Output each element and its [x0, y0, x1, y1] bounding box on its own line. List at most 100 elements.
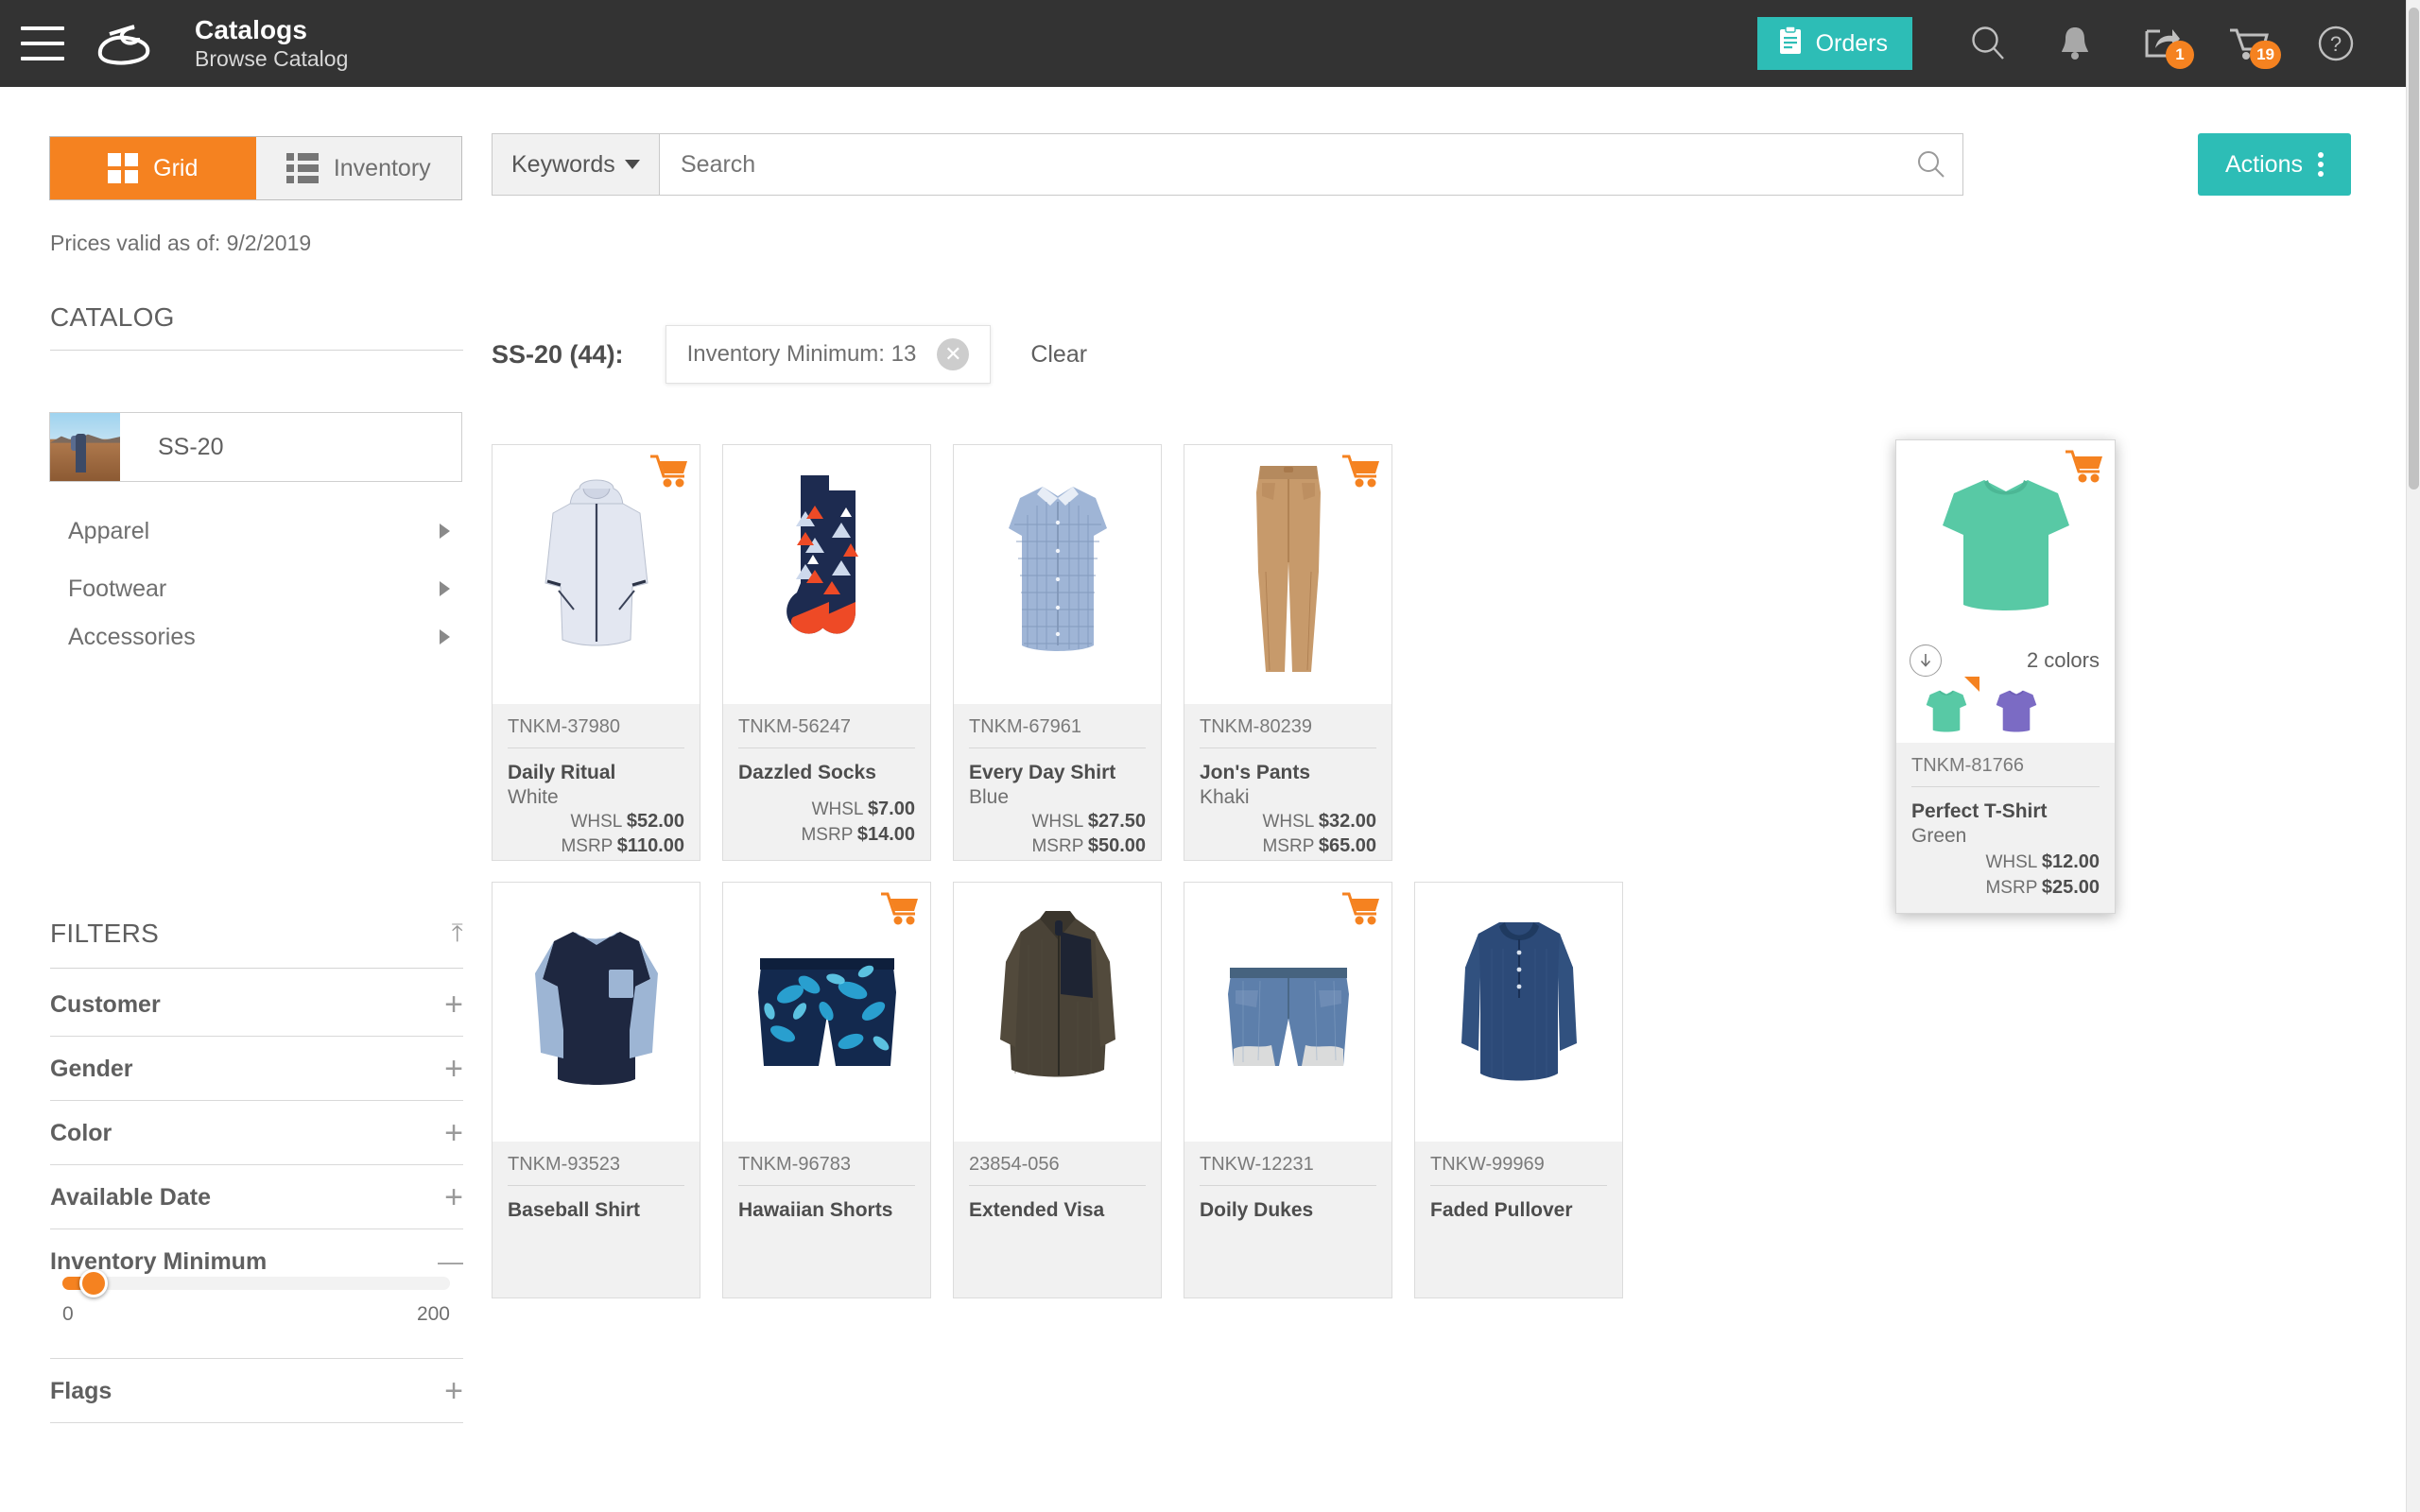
- product-info: TNKM-81766 Perfect T-Shirt Green WHSL $1…: [1896, 743, 2115, 913]
- product-name: Faded Pullover: [1430, 1199, 1573, 1221]
- clear-filters-link[interactable]: Clear: [1030, 341, 1087, 369]
- sidebar-tree-apparel[interactable]: Apparel: [68, 507, 463, 556]
- search-submit-icon[interactable]: [1900, 148, 1962, 180]
- product-card[interactable]: TNKW-12231 Doily Dukes: [1184, 882, 1392, 1298]
- tree-label: Accessories: [68, 623, 196, 650]
- product-info: TNKW-12231 Doily Dukes: [1184, 1142, 1392, 1297]
- notifications-icon[interactable]: [2039, 14, 2111, 73]
- page-title: Catalogs Browse Catalog: [195, 15, 348, 71]
- add-to-cart-icon[interactable]: [648, 453, 690, 493]
- scrollbar-thumb[interactable]: [2409, 8, 2419, 490]
- product-card[interactable]: TNKM-37980 Daily Ritual White WHSL $52.0…: [492, 444, 700, 861]
- filter-label: Color: [50, 1119, 112, 1146]
- sidebar-tree-accessories[interactable]: Accessories: [68, 612, 463, 662]
- msrp-label: MSRP: [1262, 836, 1315, 857]
- msrp-value: $14.00: [856, 823, 915, 845]
- selected-corner-marker: [1964, 677, 1979, 692]
- search-scope-dropdown[interactable]: Keywords: [493, 134, 660, 195]
- prices-valid-text: Prices valid as of: 9/2/2019: [50, 231, 312, 255]
- slider-handle[interactable]: [79, 1269, 108, 1297]
- add-to-cart-icon[interactable]: [2064, 448, 2105, 489]
- sidebar: Grid Inventory Prices valid as of: 9/2/2…: [0, 87, 492, 1512]
- expand-icon: +: [444, 1179, 463, 1215]
- header-actions: Orders 1 19 ?: [1756, 0, 2406, 87]
- product-card[interactable]: 23854-056 Extended Visa: [953, 882, 1162, 1298]
- product-image: [723, 883, 930, 1142]
- product-name: Hawaiian Shorts: [738, 1199, 893, 1221]
- download-icon[interactable]: [1910, 644, 1942, 677]
- filter-available-date[interactable]: Available Date +: [50, 1166, 463, 1228]
- filter-chip-inventory-minimum[interactable]: Inventory Minimum: 13 ✕: [665, 325, 992, 384]
- filter-gender[interactable]: Gender +: [50, 1038, 463, 1100]
- color-swatch-purple[interactable]: [1991, 686, 2042, 735]
- product-info: TNKM-56247 Dazzled Socks WHSL $7.00 MSRP…: [723, 704, 930, 860]
- product-sku: TNKW-12231: [1200, 1154, 1376, 1186]
- product-card[interactable]: TNKM-80239 Jon's Pants Khaki WHSL $32.00…: [1184, 444, 1392, 861]
- product-info: TNKM-93523 Baseball Shirt: [493, 1142, 700, 1297]
- product-card[interactable]: TNKM-56247 Dazzled Socks WHSL $7.00 MSRP…: [722, 444, 931, 861]
- product-card[interactable]: TNKM-93523 Baseball Shirt: [492, 882, 700, 1298]
- product-card[interactable]: TNKM-96783 Hawaiian Shorts: [722, 882, 931, 1298]
- filter-color[interactable]: Color +: [50, 1102, 463, 1164]
- product-name: Jon's Pants: [1200, 762, 1311, 783]
- brand-logo-icon[interactable]: [91, 19, 164, 68]
- product-name: Doily Dukes: [1200, 1199, 1314, 1221]
- hamburger-icon[interactable]: [21, 26, 64, 60]
- share-icon[interactable]: 1: [2126, 14, 2198, 73]
- color-swatch-green[interactable]: [1921, 677, 1979, 735]
- slider-track[interactable]: [62, 1269, 450, 1297]
- filter-customer[interactable]: Customer +: [50, 973, 463, 1036]
- chevron-right-icon: [440, 581, 450, 596]
- actions-button[interactable]: Actions: [2198, 133, 2351, 196]
- garment-jacket: [544, 479, 648, 646]
- filter-divider: [50, 1228, 463, 1229]
- filter-label: Inventory Minimum: [50, 1247, 268, 1275]
- garment-shirt: [1008, 487, 1107, 651]
- view-toggle-inventory[interactable]: Inventory: [255, 137, 461, 199]
- color-swatches: [1921, 677, 2042, 735]
- cart-badge: 19: [2250, 41, 2281, 69]
- close-icon[interactable]: ✕: [937, 338, 970, 370]
- expand-icon: +: [444, 987, 463, 1022]
- add-to-cart-icon[interactable]: [1340, 890, 1382, 931]
- clipboard-icon: [1778, 25, 1803, 62]
- sidebar-tree-footwear[interactable]: Footwear: [68, 564, 463, 613]
- expand-icon: +: [444, 1115, 463, 1151]
- catalog-item-ss20[interactable]: SS-20: [49, 412, 462, 482]
- search-input[interactable]: [660, 150, 1900, 179]
- product-card[interactable]: TNKW-99969 Faded Pullover: [1414, 882, 1623, 1298]
- add-to-cart-icon[interactable]: [1340, 453, 1382, 493]
- garment-pants: [1255, 466, 1321, 672]
- product-sku: TNKM-93523: [508, 1154, 684, 1186]
- filter-chip-label: Inventory Minimum: 13: [686, 341, 917, 367]
- msrp-label: MSRP: [1031, 836, 1084, 857]
- view-toggle-grid[interactable]: Grid: [50, 137, 256, 199]
- collapse-all-icon[interactable]: ⤒: [452, 919, 463, 949]
- product-sku: TNKW-99969: [1430, 1154, 1607, 1186]
- product-sku: 23854-056: [969, 1154, 1146, 1186]
- cart-icon[interactable]: 19: [2213, 14, 2285, 73]
- product-color: Green: [1911, 825, 1967, 847]
- product-card-hovered[interactable]: 2 colors TNKM-81766 Perfect T-Shirt Gree…: [1895, 439, 2116, 914]
- page-scrollbar[interactable]: [2406, 0, 2420, 1512]
- filter-label: Gender: [50, 1055, 133, 1082]
- result-count: SS-20 (44):: [492, 339, 624, 369]
- product-image: [493, 445, 700, 704]
- garment-denim-shorts: [1227, 968, 1349, 1066]
- filter-label: Available Date: [50, 1183, 211, 1211]
- product-sku: TNKM-80239: [1200, 716, 1376, 748]
- chevron-right-icon: [440, 524, 450, 539]
- msrp-label: MSRP: [1985, 877, 2038, 898]
- product-card[interactable]: TNKM-67961 Every Day Shirt Blue WHSL $27…: [953, 444, 1162, 861]
- filter-flags[interactable]: Flags +: [50, 1360, 463, 1422]
- orders-button[interactable]: Orders: [1756, 17, 1912, 70]
- product-image: [954, 445, 1161, 704]
- product-name: Perfect T-Shirt: [1911, 800, 2048, 822]
- help-icon[interactable]: ?: [2300, 14, 2372, 73]
- orders-label: Orders: [1815, 29, 1888, 57]
- product-prices: WHSL $32.00 MSRP $65.00: [1200, 809, 1376, 859]
- inventory-minimum-slider[interactable]: 0 200: [62, 1269, 450, 1325]
- product-color: White: [508, 786, 559, 808]
- search-icon[interactable]: [1952, 14, 2024, 73]
- add-to-cart-icon[interactable]: [879, 890, 921, 931]
